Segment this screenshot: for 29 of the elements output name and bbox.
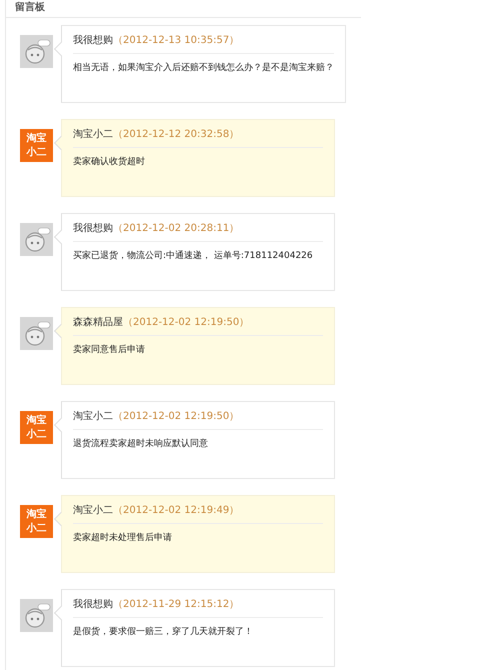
author-name: 淘宝小二 <box>73 411 113 422</box>
avatar-badge: 淘宝小二 <box>20 129 53 162</box>
timestamp: （2012-12-13 10:35:57） <box>113 35 240 46</box>
timestamp: （2012-12-02 12:19:50） <box>123 317 250 328</box>
author-name: 淘宝小二 <box>73 505 113 516</box>
timestamp: （2012-12-02 12:19:49） <box>113 505 240 516</box>
avatar-face-drawing <box>25 40 50 64</box>
timestamp: （2012-12-12 20:32:58） <box>113 129 240 140</box>
avatar-badge: 淘宝小二 <box>20 411 53 444</box>
author-name: 我很想购 <box>73 223 113 234</box>
message-text: 卖家超时未处理售后申请 <box>73 532 173 545</box>
avatar-face-drawing <box>25 228 50 252</box>
author-name: 淘宝小二 <box>73 129 113 140</box>
message-text: 卖家同意售后申请 <box>73 344 146 357</box>
message-text: 相当无语，如果淘宝介入后还赔不到钱怎么办？是不是淘宝来赔？ <box>73 62 334 75</box>
panel-title: 留言板 <box>15 2 45 13</box>
timestamp: （2012-12-02 12:19:50） <box>113 411 240 422</box>
avatar-face-drawing <box>25 322 50 346</box>
author-name: 森森精品屋 <box>73 317 123 328</box>
message-text: 卖家确认收货超时 <box>73 156 146 169</box>
message-text: 是假货，要求假一赔三，穿了几天就开裂了！ <box>73 626 254 639</box>
timestamp: （2012-12-02 20:28:11） <box>113 223 240 234</box>
message-text: 买家已退货，物流公司:中通速递， 运单号:718112404226 <box>73 250 314 263</box>
avatar-face-drawing <box>25 604 50 628</box>
author-name: 我很想购 <box>73 599 113 610</box>
timestamp: （2012-11-29 12:15:12） <box>113 599 240 610</box>
avatar-badge: 淘宝小二 <box>20 505 53 538</box>
message-text: 退货流程卖家超时未响应默认同意 <box>73 438 209 451</box>
author-name: 我很想购 <box>73 35 113 46</box>
